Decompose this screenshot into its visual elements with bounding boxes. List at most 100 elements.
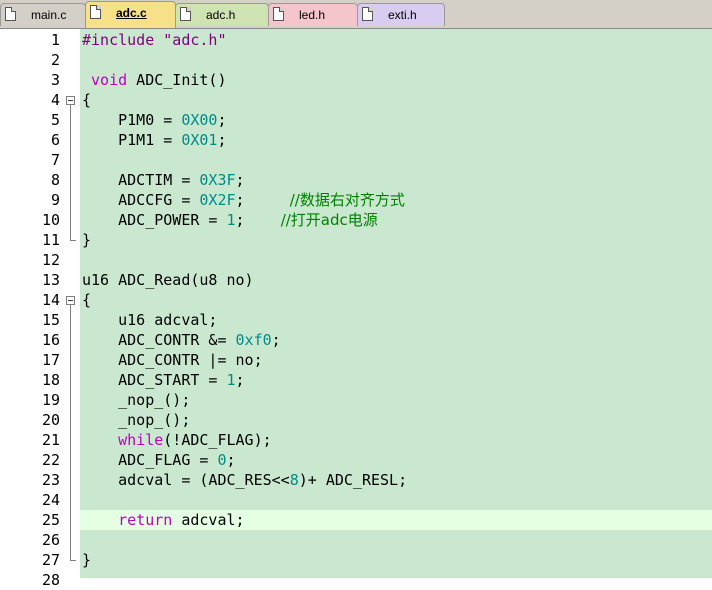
code-token: 0X01 xyxy=(181,131,218,149)
code-token: 1 xyxy=(226,371,236,389)
code-line[interactable]: u16 ADC_Read(u8 no) xyxy=(82,270,254,290)
code-editor[interactable]: 1 2 3 4 5 6 7 8 9 10 11 12 13 14 15 16 17 18 19 20 21 22 23 24 2… xyxy=(0,29,712,589)
line-number: 7 xyxy=(50,151,60,169)
code-token: } xyxy=(82,231,92,249)
code-token: ADC_CONTR &= xyxy=(82,331,236,349)
code-token: adcval; xyxy=(172,511,245,529)
tab-label: exti.h xyxy=(388,8,417,22)
code-token: ADC_POWER = xyxy=(82,211,227,229)
fold-guide xyxy=(70,305,71,560)
code-token: u16 ADC_Read(u8 no) xyxy=(82,271,254,289)
code-line[interactable]: { xyxy=(82,90,91,110)
code-line[interactable]: #include "adc.h" xyxy=(82,30,227,50)
file-icon xyxy=(90,5,101,19)
line-number: 13 xyxy=(41,271,60,289)
code-line[interactable]: { xyxy=(82,290,91,310)
code-line[interactable]: } xyxy=(82,230,91,250)
code-token: ; xyxy=(271,331,281,349)
code-token: ; xyxy=(217,111,227,129)
code-token: while xyxy=(118,431,164,449)
code-token: ADC_FLAG = xyxy=(82,451,218,469)
code-token: u16 adcval; xyxy=(82,311,218,329)
code-line[interactable]: ADC_POWER = 1; //打开adc电源 xyxy=(82,210,378,230)
code-line[interactable]: _nop_(); xyxy=(82,410,190,430)
code-token: 0xf0 xyxy=(235,331,272,349)
code-line[interactable]: u16 adcval; xyxy=(82,310,217,330)
code-token: ; xyxy=(235,371,245,389)
line-number: 16 xyxy=(41,331,60,349)
code-token: { xyxy=(82,91,92,109)
line-number: 22 xyxy=(41,451,60,469)
code-token: } xyxy=(82,551,92,569)
code-token: { xyxy=(82,291,92,309)
fold-end-marker xyxy=(70,560,76,561)
tab-adc-h[interactable]: adc.h xyxy=(175,3,269,26)
line-number: 25 xyxy=(41,511,60,529)
tab-led-h[interactable]: led.h xyxy=(268,3,358,26)
code-token: P1M1 = xyxy=(82,131,182,149)
code-line[interactable]: adcval = (ADC_RES<<8)+ ADC_RESL; xyxy=(82,470,407,490)
code-line[interactable]: ADC_CONTR &= 0xf0; xyxy=(82,330,281,350)
code-line[interactable]: ADCTIM = 0X3F; xyxy=(82,170,245,190)
line-number: 4 xyxy=(50,91,60,109)
code-line[interactable]: while(!ADC_FLAG); xyxy=(82,430,272,450)
code-line[interactable]: ADCCFG = 0X2F; //数据右对齐方式 xyxy=(82,190,405,210)
file-icon xyxy=(180,7,191,21)
code-line[interactable]: ADC_CONTR |= no; xyxy=(82,350,263,370)
code-token: 0X3F xyxy=(199,171,236,189)
file-icon xyxy=(362,7,373,21)
code-token: 8 xyxy=(289,471,299,489)
line-number: 28 xyxy=(41,571,60,589)
line-number: 2 xyxy=(50,51,60,69)
tab-label: main.c xyxy=(31,8,67,22)
code-token: ; xyxy=(235,211,281,229)
line-number: 17 xyxy=(41,351,60,369)
code-token: ; xyxy=(235,191,290,209)
code-token: ADC_Init() xyxy=(127,71,227,89)
code-token: ADCCFG = xyxy=(82,191,200,209)
line-number: 19 xyxy=(41,391,60,409)
tab-main-c[interactable]: main.c xyxy=(0,3,86,26)
code-token: ; xyxy=(235,171,245,189)
code-token: ; xyxy=(217,131,227,149)
line-number: 9 xyxy=(50,191,60,209)
tab-adc-c[interactable]: adc.c xyxy=(85,1,176,28)
code-comment: //打开adc电源 xyxy=(280,211,378,229)
file-tab-bar: main.c adc.c adc.h led.h exti.h xyxy=(0,0,712,29)
code-token: ADC_START = xyxy=(82,371,227,389)
line-number: 5 xyxy=(50,111,60,129)
line-number: 10 xyxy=(41,211,60,229)
code-area[interactable]: #include "adc.h" void ADC_Init(){ P1M0 =… xyxy=(80,29,712,578)
code-line[interactable]: return adcval; xyxy=(82,510,245,530)
code-token: return xyxy=(118,511,173,529)
code-line[interactable]: P1M0 = 0X00; xyxy=(82,110,227,130)
line-number: 14 xyxy=(41,291,60,309)
file-icon xyxy=(273,7,284,21)
code-line[interactable]: _nop_(); xyxy=(82,390,190,410)
code-token: _nop_(); xyxy=(82,411,191,429)
code-line[interactable]: ADC_FLAG = 0; xyxy=(82,450,235,470)
line-number: 23 xyxy=(41,471,60,489)
code-token: 0X2F xyxy=(199,191,236,209)
code-token: adcval = (ADC_RES<< xyxy=(82,471,290,489)
code-token: void xyxy=(91,71,128,89)
tab-label: led.h xyxy=(299,8,326,22)
fold-collapse-icon[interactable] xyxy=(66,296,75,305)
code-token: ADC_CONTR |= no; xyxy=(82,351,263,369)
tab-exti-h[interactable]: exti.h xyxy=(357,3,445,26)
line-number: 12 xyxy=(41,251,60,269)
code-line[interactable]: } xyxy=(82,550,91,570)
code-token: #include xyxy=(82,31,164,49)
fold-guide xyxy=(70,105,71,240)
code-line[interactable]: void ADC_Init() xyxy=(82,70,227,90)
code-line[interactable]: ADC_START = 1; xyxy=(82,370,245,390)
code-line[interactable]: P1M1 = 0X01; xyxy=(82,130,227,150)
code-token: 0X00 xyxy=(181,111,218,129)
line-number: 21 xyxy=(41,431,60,449)
line-number: 1 xyxy=(50,31,60,49)
fold-collapse-icon[interactable] xyxy=(66,96,75,105)
fold-end-marker xyxy=(70,240,76,241)
